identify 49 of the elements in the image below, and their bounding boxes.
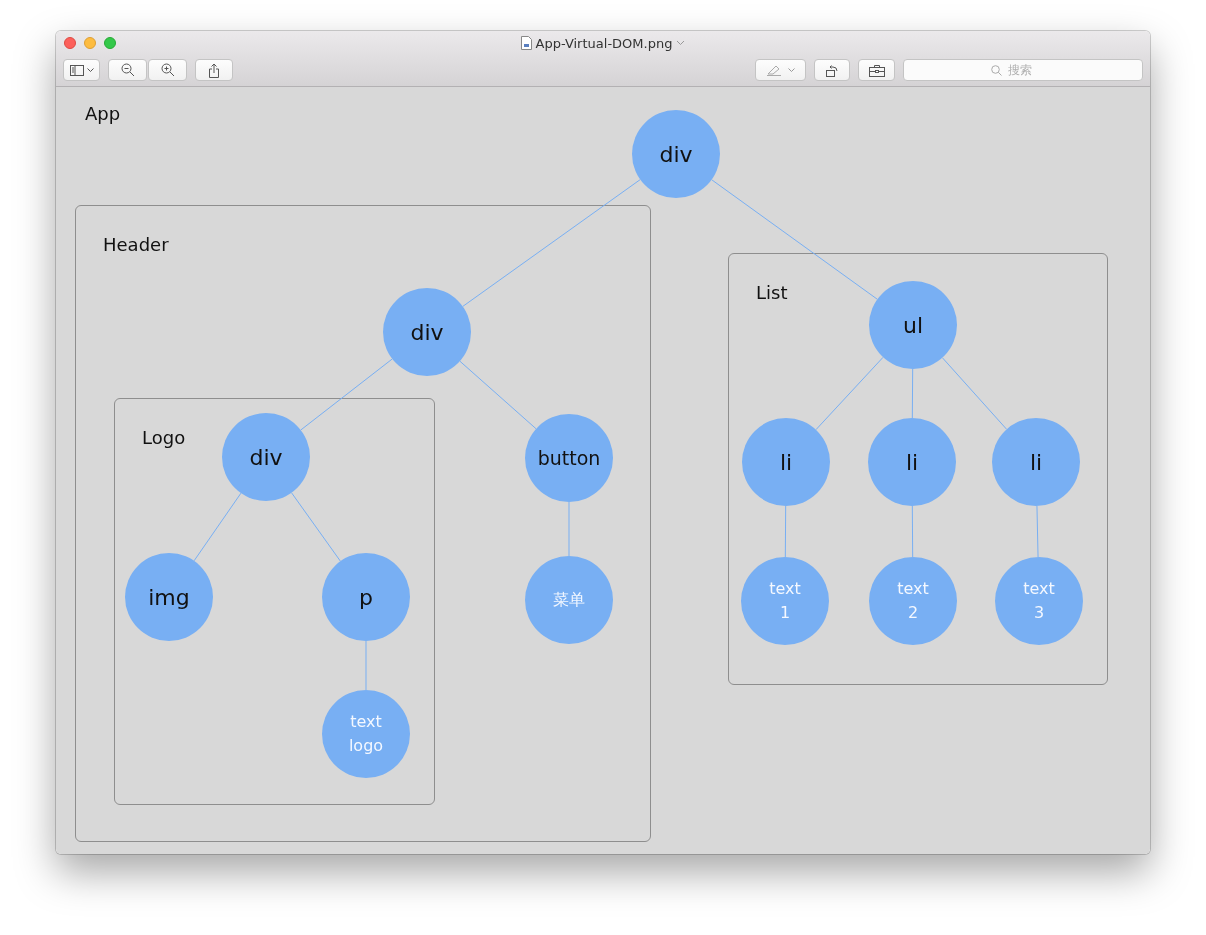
group-label: App xyxy=(85,103,121,124)
group-label: Logo xyxy=(142,427,186,448)
zoom-in-button[interactable] xyxy=(148,59,187,81)
tree-node: img xyxy=(125,553,213,641)
tree-node: div xyxy=(632,110,720,198)
connector-line xyxy=(193,492,242,562)
connector-line xyxy=(911,505,914,558)
share-icon xyxy=(208,62,220,78)
toolbox-button[interactable] xyxy=(858,59,895,81)
close-button[interactable] xyxy=(64,37,76,49)
pen-icon xyxy=(766,64,782,76)
rotate-button[interactable] xyxy=(814,59,850,81)
connector-line xyxy=(911,368,914,419)
group-label: Header xyxy=(103,234,169,255)
search-field[interactable]: 搜索 xyxy=(903,59,1143,81)
chevron-down-icon xyxy=(86,67,94,73)
tree-node: p xyxy=(322,553,410,641)
connector-line xyxy=(291,492,341,562)
tree-node: button xyxy=(525,414,613,502)
tree-node: 菜单 xyxy=(525,556,613,644)
tree-node: text 1 xyxy=(741,557,829,645)
tree-node: text 3 xyxy=(995,557,1083,645)
chevron-down-icon[interactable] xyxy=(676,40,686,46)
connector-line xyxy=(1036,505,1039,558)
share-button[interactable] xyxy=(195,59,233,81)
tree-node: div xyxy=(383,288,471,376)
chevron-down-icon xyxy=(788,67,795,73)
tree-node: li xyxy=(868,418,956,506)
tree-node: ul xyxy=(869,281,957,369)
zoom-out-icon xyxy=(120,63,135,77)
toolbox-icon xyxy=(868,63,885,77)
tree-node: div xyxy=(222,413,310,501)
connector-line xyxy=(784,505,787,558)
document-icon xyxy=(520,36,532,50)
zoom-in-icon xyxy=(160,63,175,77)
zoom-button[interactable] xyxy=(104,37,116,49)
tree-node: text logo xyxy=(322,690,410,778)
tree-node: text 2 xyxy=(869,557,957,645)
tree-node: li xyxy=(992,418,1080,506)
tree-node: li xyxy=(742,418,830,506)
markup-button[interactable] xyxy=(755,59,806,81)
zoom-out-button[interactable] xyxy=(108,59,147,81)
sidebar-icon xyxy=(69,64,84,76)
group-label: List xyxy=(756,282,788,303)
rotate-icon xyxy=(825,62,839,78)
connector-line xyxy=(365,640,367,691)
connector-line xyxy=(568,501,570,557)
window-title: App-Virtual-DOM.png xyxy=(535,35,673,51)
sidebar-button[interactable] xyxy=(63,59,100,81)
